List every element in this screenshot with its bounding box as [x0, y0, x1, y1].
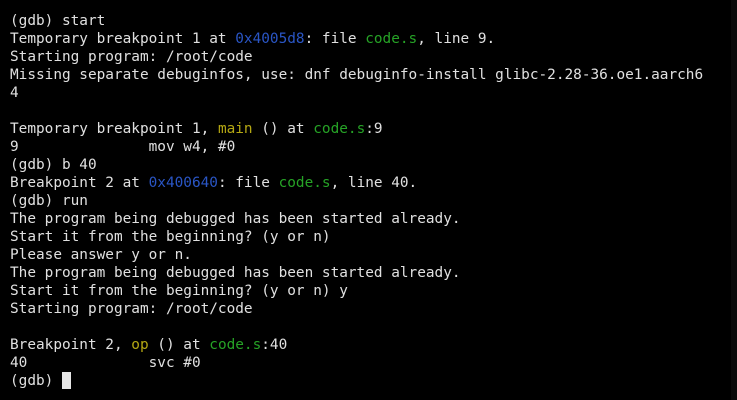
terminal-line: The program being debugged has been star… [10, 210, 737, 228]
line-text: Temporary breakpoint 1, [10, 121, 218, 137]
source-filename: code.s [365, 31, 418, 47]
line-text: Starting program: /root/code [10, 49, 253, 65]
terminal-line: 4 [10, 84, 737, 102]
terminal-line: 9 mov w4, #0 [10, 138, 737, 156]
scrollbar-track[interactable] [731, 0, 737, 400]
terminal-line: Starting program: /root/code [10, 48, 737, 66]
terminal-line: (gdb) b 40 [10, 156, 737, 174]
source-filename: code.s [209, 337, 262, 353]
terminal-line: Breakpoint 2 at 0x400640: file code.s, l… [10, 174, 737, 192]
line-text: Starting program: /root/code [10, 301, 253, 317]
function-name: op [131, 337, 149, 353]
source-filename: code.s [278, 175, 331, 191]
line-text: : file [304, 31, 366, 47]
line-text: The program being debugged has been star… [10, 265, 461, 281]
line-text: 9 mov w4, #0 [10, 139, 236, 155]
terminal-line: The program being debugged has been star… [10, 264, 737, 282]
terminal-line: 40 svc #0 [10, 354, 737, 372]
terminal-window[interactable]: (gdb) start Temporary breakpoint 1 at 0x4… [0, 0, 737, 400]
line-text: , line 9. [417, 31, 496, 47]
line-text: : file [217, 175, 279, 191]
line-text: Missing separate debuginfos, use: dnf de… [10, 67, 704, 83]
terminal-line: Breakpoint 2, op () at code.s:40 [10, 336, 737, 354]
terminal-line: (gdb) run [10, 192, 737, 210]
terminal-line: Missing separate debuginfos, use: dnf de… [10, 66, 737, 84]
line-text: Breakpoint 2, [10, 337, 132, 353]
line-text: (gdb) b 40 [10, 157, 97, 173]
memory-address: 0x400640 [148, 175, 218, 191]
line-text: 4 [10, 85, 19, 101]
line-text: () at [148, 337, 210, 353]
terminal-line: Starting program: /root/code [10, 300, 737, 318]
terminal-line: Start it from the beginning? (y or n) y [10, 282, 737, 300]
line-text: () at [252, 121, 314, 137]
terminal-output: (gdb) start Temporary breakpoint 1 at 0x4… [10, 0, 737, 390]
line-text: Temporary breakpoint 1 at [10, 31, 236, 47]
terminal-line: (gdb) start [10, 12, 737, 30]
terminal-line: Start it from the beginning? (y or n) [10, 228, 737, 246]
line-text: :40 [261, 337, 288, 353]
line-text: Start it from the beginning? (y or n) [10, 229, 331, 245]
function-name: main [217, 121, 253, 137]
gdb-prompt-line[interactable]: (gdb) [10, 372, 737, 390]
terminal-line-clipped [10, 0, 737, 12]
gdb-prompt: (gdb) [10, 373, 62, 389]
line-text: 40 svc #0 [10, 355, 201, 371]
memory-address: 0x4005d8 [235, 31, 305, 47]
line-text: Breakpoint 2 at [10, 175, 149, 191]
line-text: (gdb) start [10, 13, 106, 29]
line-text: :9 [365, 121, 383, 137]
line-text: Please answer y or n. [10, 247, 192, 263]
line-text: Start it from the beginning? (y or n) y [10, 283, 348, 299]
text-cursor [61, 372, 71, 389]
line-text: The program being debugged has been star… [10, 211, 461, 227]
line-text: , line 40. [330, 175, 418, 191]
line-text: (gdb) run [10, 193, 88, 209]
terminal-line: Please answer y or n. [10, 246, 737, 264]
terminal-line: Temporary breakpoint 1 at 0x4005d8: file… [10, 30, 737, 48]
source-filename: code.s [313, 121, 366, 137]
terminal-line: Temporary breakpoint 1, main () at code.… [10, 120, 737, 138]
